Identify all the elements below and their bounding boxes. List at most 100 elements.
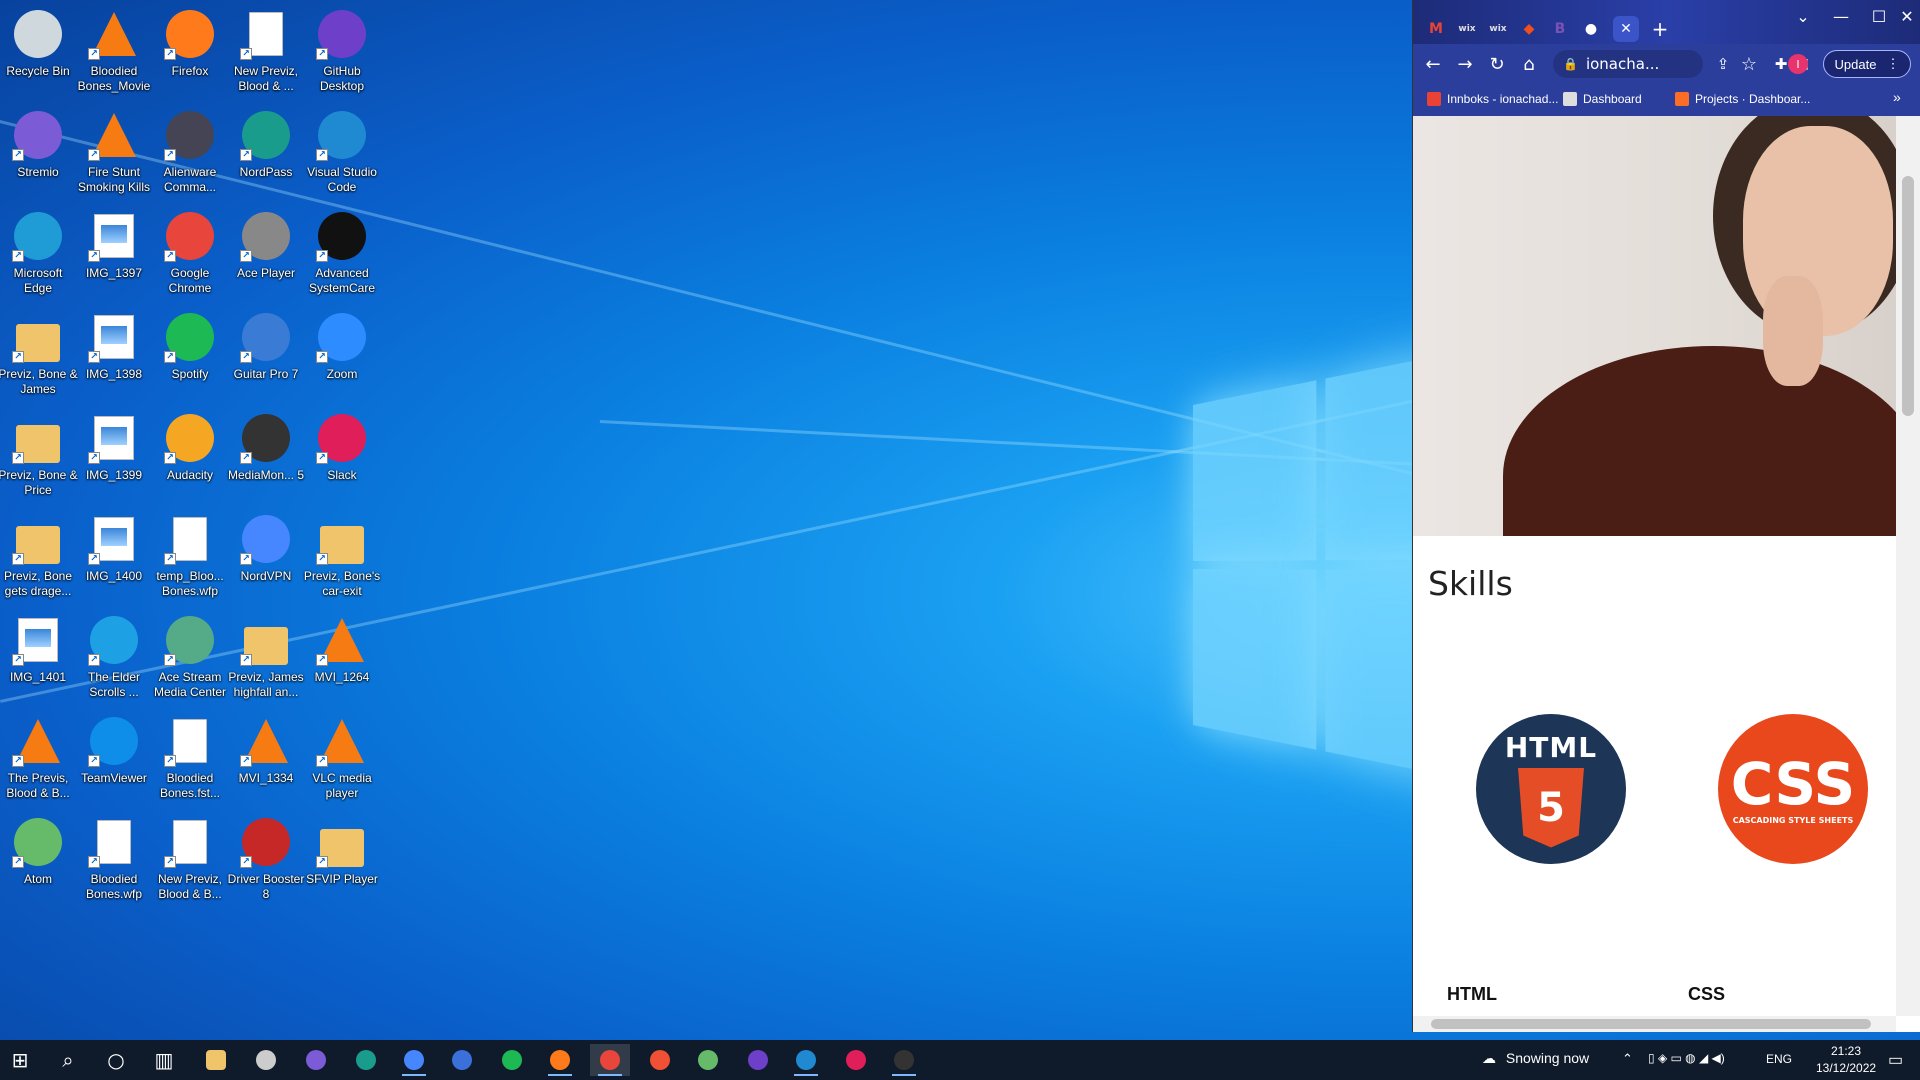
desktop-icon[interactable]: ↗ Spotify <box>152 307 228 403</box>
taskbar-button[interactable] <box>492 1044 532 1076</box>
notification-center-icon[interactable]: ▭ <box>1888 1050 1903 1070</box>
taskbar-button[interactable] <box>688 1044 728 1076</box>
tab-active[interactable]: ✕ <box>1613 16 1639 42</box>
desktop-icon[interactable]: ↗ Alienware Comma... <box>152 105 228 201</box>
horizontal-scroll-thumb[interactable] <box>1431 1019 1871 1029</box>
desktop-icon[interactable]: Recycle Bin <box>0 4 76 100</box>
taskbar-button[interactable] <box>540 1044 580 1076</box>
desktop-icon[interactable]: ↗ Previz, Bone's car-exit <box>304 509 380 605</box>
desktop-icon[interactable]: ↗ Bloodied Bones.wfp <box>76 812 152 908</box>
desktop-icon[interactable]: ↗ New Previz, Blood & ... <box>228 4 304 100</box>
desktop-icon[interactable]: ↗ Microsoft Edge <box>0 206 76 302</box>
horizontal-scrollbar[interactable] <box>1413 1016 1896 1032</box>
desktop-icon[interactable]: ↗ MVI_1334 <box>228 711 304 807</box>
taskbar-button[interactable]: ▥ <box>144 1044 184 1076</box>
desktop-icon[interactable]: ↗ Atom <box>0 812 76 908</box>
desktop-icon[interactable]: ↗ Previz, Bone & James <box>0 307 78 403</box>
taskbar-button[interactable]: ○ <box>96 1044 136 1076</box>
forward-icon[interactable]: → <box>1453 52 1477 76</box>
desktop-icon[interactable]: ↗ Ace Stream Media Center <box>152 610 228 706</box>
vertical-scrollbar[interactable] <box>1896 116 1920 1016</box>
desktop-icon[interactable]: ↗ temp_Bloo... Bones.wfp <box>152 509 228 605</box>
close-window-button[interactable]: ✕ <box>1887 4 1920 28</box>
desktop-icon[interactable]: ↗ IMG_1401 <box>0 610 76 706</box>
tray-chevron-icon[interactable]: ⌃ <box>1622 1051 1633 1067</box>
tab-search-icon[interactable]: ⌄ <box>1783 4 1823 28</box>
minimize-button[interactable]: — <box>1821 4 1861 28</box>
taskbar-button[interactable] <box>394 1044 434 1076</box>
bookmark-item[interactable]: Projects · Dashboar... <box>1675 92 1810 106</box>
desktop-icon[interactable]: ↗ Firefox <box>152 4 228 100</box>
taskbar-button[interactable] <box>836 1044 876 1076</box>
desktop-icon[interactable]: ↗ Slack <box>304 408 380 504</box>
bookmark-star-icon[interactable]: ☆ <box>1737 52 1761 76</box>
desktop-icon[interactable]: ↗ Google Chrome <box>152 206 228 302</box>
desktop-icon[interactable]: ↗ Zoom <box>304 307 380 403</box>
taskbar-button[interactable] <box>196 1044 236 1076</box>
desktop-icon[interactable]: ↗ VLC media player <box>304 711 380 807</box>
tab-1[interactable]: wix <box>1454 16 1480 42</box>
taskbar-button[interactable] <box>640 1044 680 1076</box>
tab-5[interactable]: ● <box>1578 16 1604 42</box>
desktop-icon[interactable]: ↗ Audacity <box>152 408 228 504</box>
desktop-icon[interactable]: ↗ NordPass <box>228 105 304 201</box>
taskbar-button[interactable] <box>246 1044 286 1076</box>
profile-avatar[interactable]: I <box>1788 52 1821 76</box>
share-icon[interactable]: ⇪ <box>1711 52 1735 76</box>
desktop-icon[interactable]: ↗ Previz, James highfall an... <box>228 610 304 706</box>
desktop-icon[interactable]: ↗ Stremio <box>0 105 76 201</box>
taskbar-button[interactable] <box>884 1044 924 1076</box>
desktop-icon[interactable]: ↗ Visual Studio Code <box>304 105 380 201</box>
reload-icon[interactable]: ↻ <box>1485 52 1509 76</box>
desktop-icon[interactable]: ↗ Advanced SystemCare <box>304 206 380 302</box>
update-button[interactable]: Update ⋮ <box>1823 50 1911 78</box>
home-icon[interactable]: ⌂ <box>1517 52 1541 76</box>
tab-4[interactable]: B <box>1547 16 1573 42</box>
language-indicator[interactable]: ENG <box>1766 1052 1792 1066</box>
desktop-icon[interactable]: ↗ The Previs, Blood & B... <box>0 711 76 807</box>
bookmarks-more-button[interactable]: » <box>1893 89 1901 105</box>
desktop-icon[interactable]: ↗ GitHub Desktop <box>304 4 380 100</box>
desktop-icon-label: Guitar Pro 7 <box>233 367 299 381</box>
desktop-icon[interactable]: ↗ IMG_1400 <box>76 509 152 605</box>
taskbar-button[interactable] <box>786 1044 826 1076</box>
taskbar-button[interactable] <box>590 1044 630 1076</box>
desktop-icon[interactable]: ↗ The Elder Scrolls ... <box>76 610 152 706</box>
desktop-icon[interactable]: ↗ Previz, Bone gets drage... <box>0 509 76 605</box>
desktop-icon[interactable]: ↗ Fire Stunt Smoking Kills <box>76 105 152 201</box>
desktop-icon[interactable]: ↗ IMG_1397 <box>76 206 152 302</box>
taskbar-button[interactable] <box>346 1044 386 1076</box>
vertical-scroll-thumb[interactable] <box>1902 176 1914 416</box>
taskbar-button[interactable] <box>296 1044 336 1076</box>
address-bar[interactable]: 🔒 ionacha... <box>1553 50 1703 78</box>
desktop-icon[interactable]: ↗ SFVIP Player <box>304 812 380 908</box>
desktop-icon[interactable]: ↗ MVI_1264 <box>304 610 380 706</box>
desktop-icon[interactable]: ↗ Driver Booster 8 <box>228 812 304 908</box>
desktop-icon[interactable]: ↗ IMG_1398 <box>76 307 152 403</box>
tab-3[interactable]: ◆ <box>1516 16 1542 42</box>
taskbar-button[interactable] <box>738 1044 778 1076</box>
close-tab-icon[interactable]: ✕ <box>1620 21 1632 37</box>
desktop-icon[interactable]: ↗ New Previz, Blood & B... <box>152 812 228 908</box>
desktop-icon[interactable]: ↗ IMG_1399 <box>76 408 152 504</box>
desktop-icon[interactable]: ↗ Bloodied Bones.fst... <box>152 711 228 807</box>
tab-0[interactable]: M <box>1423 16 1449 42</box>
desktop-icon[interactable]: ↗ Guitar Pro 7 <box>228 307 304 403</box>
desktop-icon[interactable]: ↗ Bloodied Bones_Movie <box>76 4 152 100</box>
taskbar-button[interactable] <box>442 1044 482 1076</box>
weather-widget[interactable]: ☁ Snowing now <box>1482 1050 1589 1067</box>
tab-2[interactable]: wix <box>1485 16 1511 42</box>
desktop-icon[interactable]: ↗ TeamViewer <box>76 711 152 807</box>
taskbar-button[interactable]: ⊞ <box>0 1044 40 1076</box>
new-tab-button[interactable]: + <box>1647 16 1673 42</box>
bookmark-item[interactable]: Dashboard <box>1563 92 1642 106</box>
clock[interactable]: 21:23 13/12/2022 <box>1816 1044 1876 1075</box>
bookmark-item[interactable]: Innboks - ionachad... <box>1427 92 1558 106</box>
desktop-icon[interactable]: ↗ Ace Player <box>228 206 304 302</box>
taskbar-button[interactable]: ⌕ <box>48 1044 88 1076</box>
back-icon[interactable]: ← <box>1421 52 1445 76</box>
tray-icons[interactable]: ▯ ◈ ▭ ◍ ◢ ◀) <box>1648 1051 1725 1065</box>
desktop-icon[interactable]: ↗ Previz, Bone & Price <box>0 408 78 504</box>
desktop-icon[interactable]: ↗ NordVPN <box>228 509 304 605</box>
desktop-icon[interactable]: ↗ MediaMon... 5 <box>228 408 304 504</box>
